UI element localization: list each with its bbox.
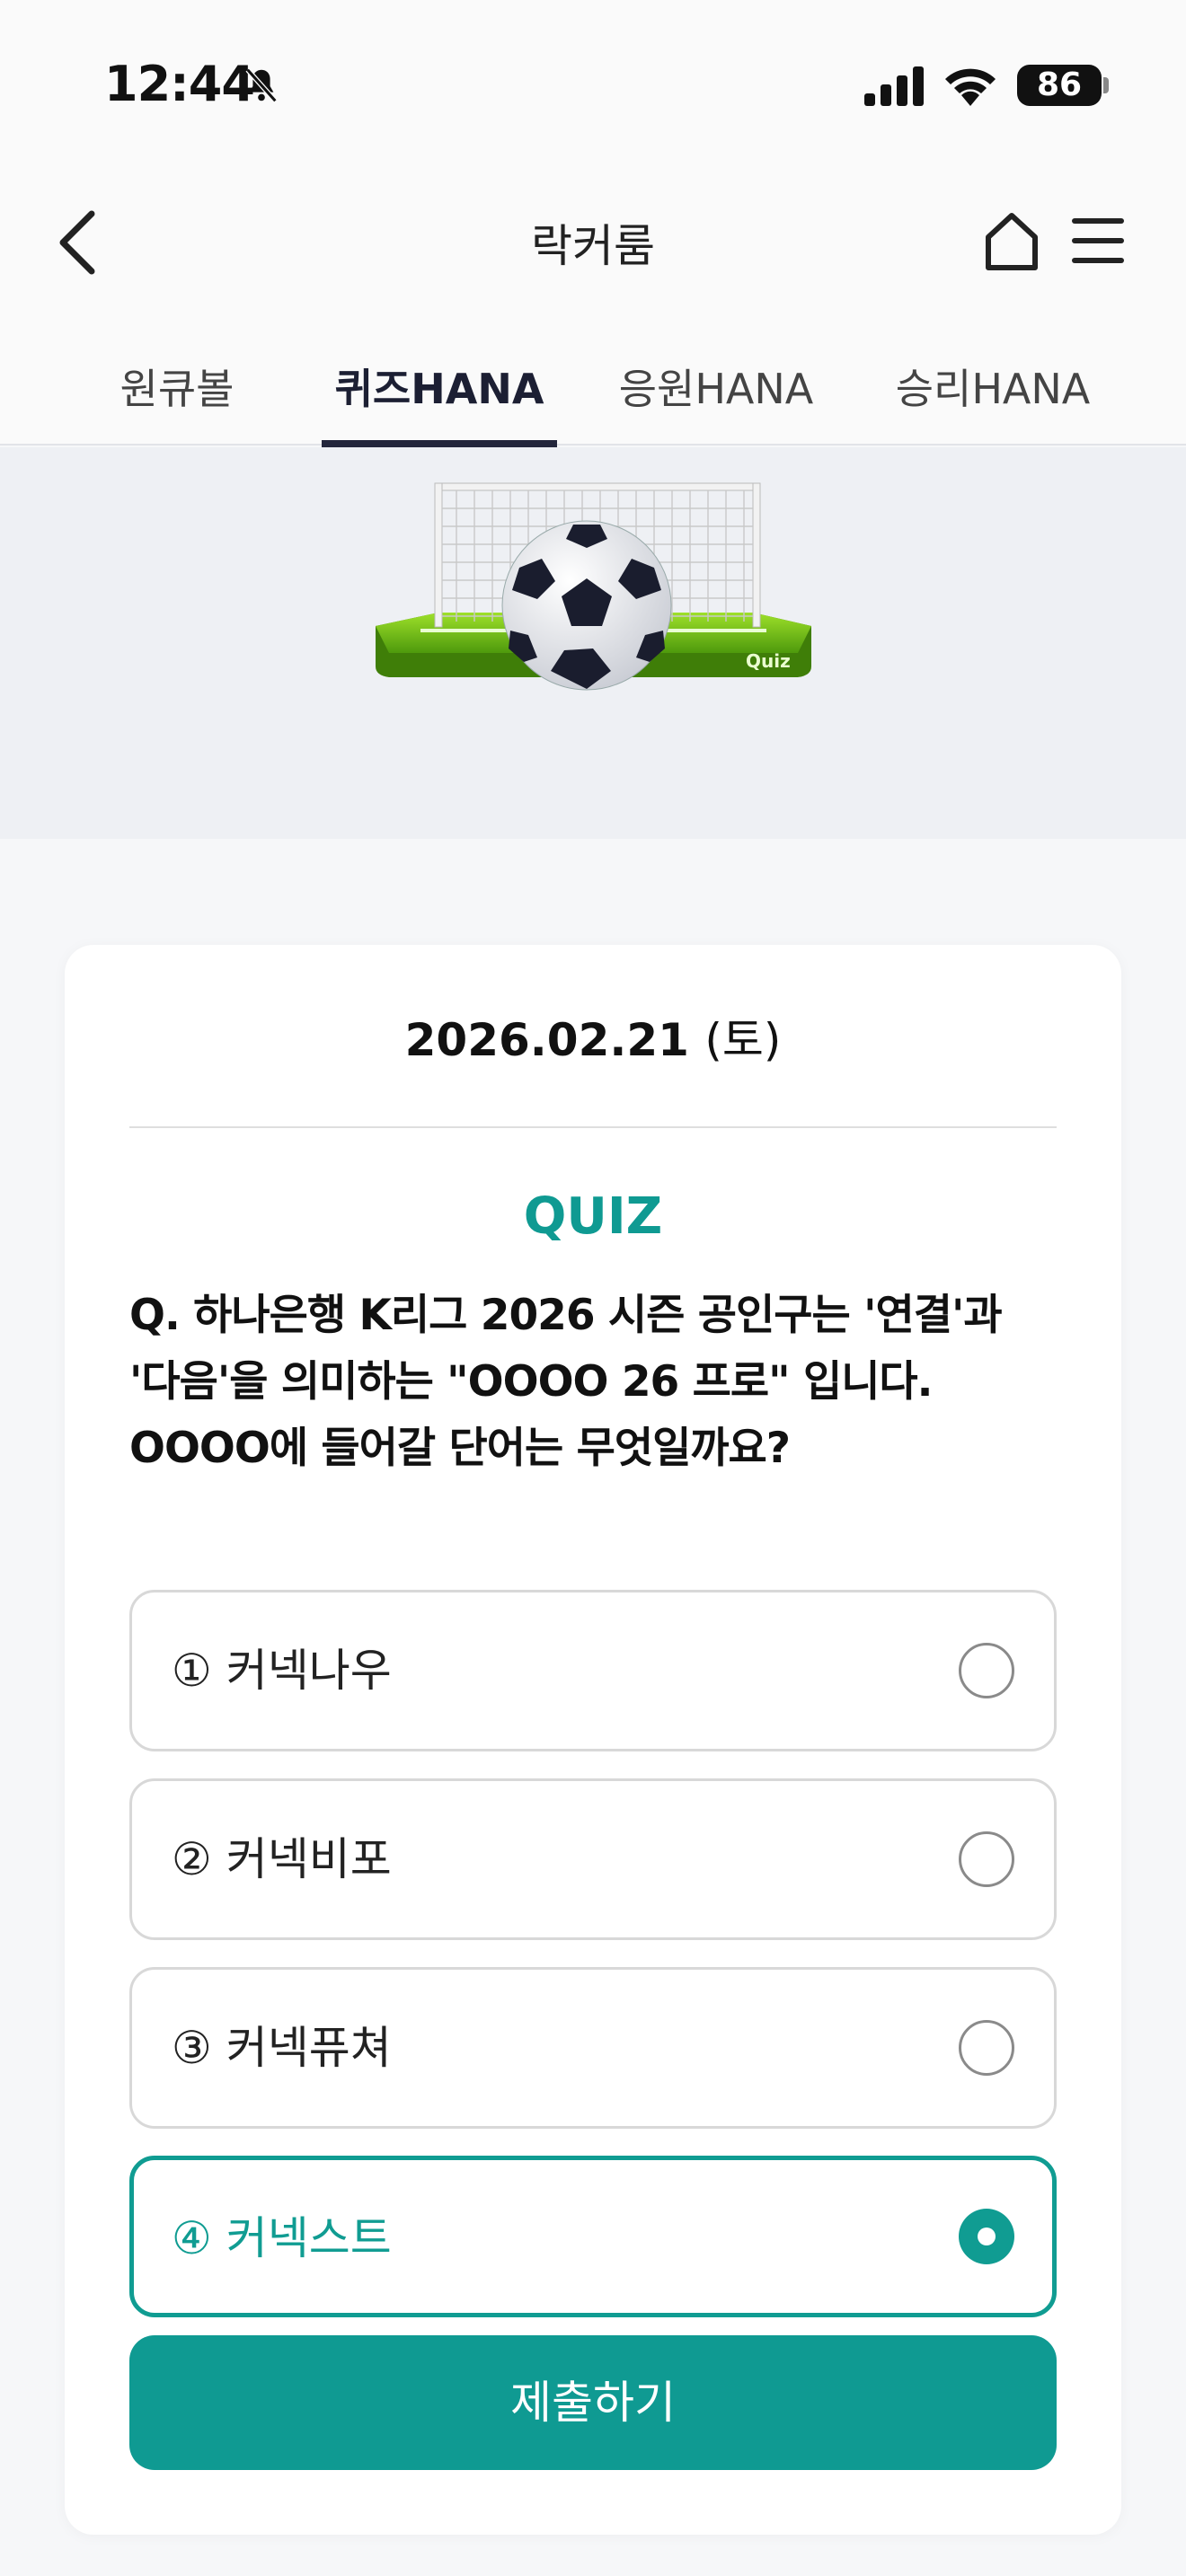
- card-divider: [129, 1126, 1057, 1128]
- quiz-card: 2026.02.21 (토) QUIZ Q. 하나은행 K리그 2026 시즌 …: [65, 945, 1121, 2535]
- quiz-option-4[interactable]: ④ 커넥스트: [129, 2156, 1057, 2317]
- status-time: 12:44: [104, 56, 255, 112]
- radio-button-selected[interactable]: [959, 2209, 1014, 2264]
- tab-quiz-hana[interactable]: 퀴즈HANA: [322, 332, 557, 447]
- status-bar: 12:44 86: [0, 0, 1186, 171]
- radio-button[interactable]: [959, 2020, 1014, 2076]
- wifi-icon: [945, 68, 996, 106]
- tab-cheer-hana[interactable]: 응원HANA: [616, 332, 816, 446]
- quiz-option-label: ② 커넥비포: [172, 1833, 392, 1885]
- bell-slash-icon: [245, 67, 278, 103]
- quiz-question-line: OOOO에 들어갈 단어는 무엇일까요?: [129, 1424, 791, 1473]
- quiz-option-label: ④ 커넥스트: [172, 2212, 392, 2264]
- battery-icon: 86: [1017, 65, 1102, 106]
- quiz-banner: Quiz: [0, 447, 1186, 839]
- quiz-label: QUIZ: [523, 1187, 663, 1246]
- quiz-question-line: '다음'을 의미하는 "OOOO 26 프로" 입니다.: [129, 1357, 934, 1407]
- tab-wonqball[interactable]: 원큐볼: [101, 332, 253, 446]
- quiz-day-of-week: (토): [704, 1014, 782, 1066]
- quiz-option-label: ③ 커넥퓨쳐: [172, 2022, 392, 2074]
- quiz-question-line: Q. 하나은행 K리그 2026 시즌 공인구는 '연결'과: [129, 1291, 1003, 1340]
- battery-cap: [1103, 77, 1109, 93]
- hamburger-menu-icon[interactable]: [1071, 214, 1125, 268]
- quiz-date-value: 2026.02.21: [404, 1014, 689, 1066]
- cellular-signal-icon: [864, 66, 924, 106]
- soccer-goal-illustration: [376, 482, 811, 691]
- radio-button[interactable]: [959, 1831, 1014, 1887]
- submit-button[interactable]: 제출하기: [129, 2335, 1057, 2470]
- radio-button[interactable]: [959, 1643, 1014, 1698]
- quiz-date: 2026.02.21 (토): [65, 1004, 1121, 1069]
- quiz-option-1[interactable]: ① 커넥나우: [129, 1590, 1057, 1751]
- quiz-option-2[interactable]: ② 커넥비포: [129, 1778, 1057, 1940]
- quiz-question: Q. 하나은행 K리그 2026 시즌 공인구는 '연결'과 '다음'을 의미하…: [129, 1283, 1064, 1482]
- home-icon[interactable]: [983, 208, 1040, 273]
- tab-bar: 원큐볼 퀴즈HANA 응원HANA 승리HANA: [0, 332, 1186, 447]
- quiz-option-label: ① 커넥나우: [172, 1645, 392, 1697]
- app-header: 락커룸: [0, 171, 1186, 332]
- quiz-option-3[interactable]: ③ 커넥퓨쳐: [129, 1967, 1057, 2129]
- banner-quiz-badge: Quiz: [746, 650, 791, 672]
- tab-victory-hana[interactable]: 승리HANA: [893, 332, 1093, 446]
